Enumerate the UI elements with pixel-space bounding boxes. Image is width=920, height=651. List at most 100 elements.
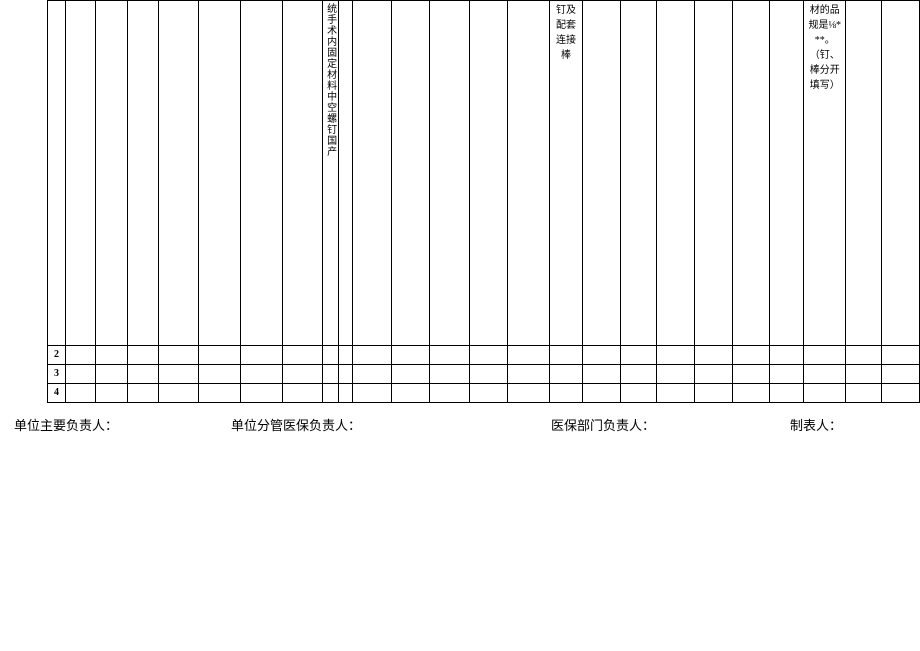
cell xyxy=(199,346,241,365)
cell xyxy=(392,1,430,346)
cell xyxy=(583,365,621,384)
cell xyxy=(549,365,583,384)
cell xyxy=(352,346,392,365)
cell xyxy=(804,365,846,384)
cell xyxy=(770,346,804,365)
cell xyxy=(95,346,127,365)
row-label: 2 xyxy=(48,346,66,365)
cell xyxy=(507,365,549,384)
cell xyxy=(241,384,283,403)
cell xyxy=(322,346,338,365)
cell xyxy=(846,384,882,403)
cell xyxy=(352,1,392,346)
cell xyxy=(430,365,470,384)
cell xyxy=(282,1,322,346)
cell xyxy=(322,384,338,403)
cell xyxy=(65,1,95,346)
cell-col22: 材的品规是⅛***。（钉、棒分开填写） xyxy=(804,1,846,346)
cell xyxy=(338,346,352,365)
cell xyxy=(770,365,804,384)
cell xyxy=(95,384,127,403)
cell xyxy=(65,365,95,384)
cell xyxy=(127,384,159,403)
cell xyxy=(95,365,127,384)
cell xyxy=(322,365,338,384)
cell xyxy=(770,384,804,403)
cell xyxy=(241,365,283,384)
cell xyxy=(694,346,732,365)
cell xyxy=(804,384,846,403)
table-row: 2 xyxy=(48,346,920,365)
cell xyxy=(159,1,199,346)
signature-preparer: 制表人： xyxy=(790,415,842,434)
cell xyxy=(881,384,919,403)
cell xyxy=(621,346,657,365)
cell xyxy=(694,365,732,384)
signature-insurance-head: 单位分管医保负责人： xyxy=(231,415,361,434)
cell xyxy=(583,1,621,346)
cell xyxy=(694,1,732,346)
cell xyxy=(583,346,621,365)
table-row: 4 xyxy=(48,384,920,403)
cell xyxy=(732,346,770,365)
cell xyxy=(881,1,919,346)
cell xyxy=(282,346,322,365)
col22-text: 材的品规是⅛***。（钉、棒分开填写） xyxy=(805,3,844,93)
signature-unit-head: 单位主要负责人： xyxy=(14,415,118,434)
cell xyxy=(199,365,241,384)
table-row-content: 统手术内固定材料中空螺钉国产 钉及配套连接棒 材的品规是⅛***。（钉、棒分开填… xyxy=(48,1,920,346)
cell xyxy=(352,365,392,384)
cell xyxy=(159,365,199,384)
signature-dept-head: 医保部门负责人： xyxy=(551,415,655,434)
cell xyxy=(846,1,882,346)
cell xyxy=(159,346,199,365)
cell xyxy=(770,1,804,346)
cell xyxy=(469,384,507,403)
cell xyxy=(392,365,430,384)
cell xyxy=(732,384,770,403)
cell xyxy=(732,365,770,384)
cell xyxy=(621,365,657,384)
cell xyxy=(282,365,322,384)
data-table: 统手术内固定材料中空螺钉国产 钉及配套连接棒 材的品规是⅛***。（钉、棒分开填… xyxy=(47,0,920,403)
cell-col15: 钉及配套连接棒 xyxy=(549,1,583,346)
cell xyxy=(48,1,66,346)
cell xyxy=(65,346,95,365)
cell xyxy=(338,384,352,403)
cell xyxy=(469,365,507,384)
cell xyxy=(846,365,882,384)
cell xyxy=(241,1,283,346)
cell xyxy=(881,346,919,365)
cell xyxy=(549,384,583,403)
cell xyxy=(65,384,95,403)
cell xyxy=(621,1,657,346)
cell xyxy=(338,365,352,384)
cell xyxy=(846,346,882,365)
cell xyxy=(430,384,470,403)
cell xyxy=(583,384,621,403)
cell xyxy=(199,1,241,346)
cell xyxy=(732,1,770,346)
col15-text: 钉及配套连接棒 xyxy=(551,3,582,63)
row-label: 3 xyxy=(48,365,66,384)
cell xyxy=(430,346,470,365)
cell xyxy=(282,384,322,403)
cell xyxy=(127,346,159,365)
page-container: 统手术内固定材料中空螺钉国产 钉及配套连接棒 材的品规是⅛***。（钉、棒分开填… xyxy=(0,0,920,651)
cell-col8: 统手术内固定材料中空螺钉国产 xyxy=(322,1,338,346)
cell xyxy=(657,346,695,365)
cell xyxy=(507,346,549,365)
cell xyxy=(159,384,199,403)
cell xyxy=(352,384,392,403)
cell xyxy=(127,1,159,346)
cell xyxy=(127,365,159,384)
cell xyxy=(657,1,695,346)
cell xyxy=(469,346,507,365)
col8-text: 统手术内固定材料中空螺钉国产 xyxy=(324,3,337,157)
cell xyxy=(95,1,127,346)
cell xyxy=(430,1,470,346)
cell xyxy=(392,346,430,365)
cell xyxy=(199,384,241,403)
cell xyxy=(804,346,846,365)
row-label: 4 xyxy=(48,384,66,403)
